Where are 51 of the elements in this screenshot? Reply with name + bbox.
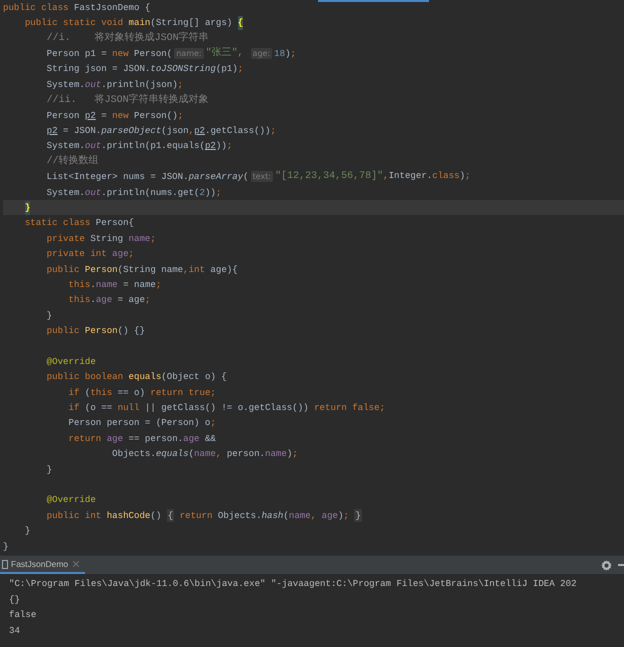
code-text: String json = JSON.toJSONString(p1); xyxy=(46,62,244,76)
settings-icon[interactable] xyxy=(601,560,612,570)
code-text: p2 = JSON.parseObject(json,p2.getClass()); xyxy=(46,124,276,138)
code-text: } xyxy=(46,462,52,476)
console-line: "C:\Program Files\Java\jdk-11.0.6\bin\java.exe" "-javaagent:C:\Program Files\JetBrains\IntelliJ IDEA 202 xyxy=(9,577,578,591)
code-text: } xyxy=(24,524,30,538)
code-text: "张三", xyxy=(206,46,244,62)
code-text: //转换数组 xyxy=(46,154,99,170)
code-text: public int hashCode() xyxy=(46,508,162,522)
code-text: "[12,23,34,56,78]",Integer.class); xyxy=(275,169,470,184)
inlay-hint: name: xyxy=(174,48,204,60)
code-text: public Person() {} xyxy=(46,324,145,338)
code-text: public Person(String name,int age){ xyxy=(46,262,238,276)
code-text: static class Person{ xyxy=(24,216,134,230)
inlay-hint: age: xyxy=(250,48,272,60)
file-icon xyxy=(2,560,8,568)
code-text: 18); xyxy=(274,47,296,61)
code-text: return age == person.age && xyxy=(68,432,216,446)
console-line: false xyxy=(9,608,38,622)
code-text: } xyxy=(3,540,8,554)
code-text: @Override xyxy=(46,493,96,508)
code-text: Person p1 = new Person( xyxy=(46,47,172,61)
code-text: return Objects.hash(name, age); xyxy=(178,508,350,522)
code-text: private int age; xyxy=(46,247,134,261)
folded-brace: } xyxy=(354,508,362,522)
inlay-hint: text: xyxy=(250,171,274,182)
code-text: this.name = name; xyxy=(68,278,162,292)
code-text: if (this == o) return true; xyxy=(68,386,216,400)
code-text: } xyxy=(46,308,52,322)
code-text: public static void main(String[] args) xyxy=(24,16,234,30)
code-text: System.out.println(nums.get(2)); xyxy=(46,186,222,200)
code-text: Person person = (Person) o; xyxy=(68,416,216,430)
code-text: System.out.println(p1.equals(p2)); xyxy=(46,139,232,154)
code-text: if (o == null || getClass() != o.getClass()) return false; xyxy=(68,401,386,415)
code-text: public class FastJsonDemo { xyxy=(3,0,150,15)
code-text: //ii. 将JSON字符串转换成对象 xyxy=(46,92,209,108)
matched-brace: } xyxy=(24,200,30,215)
code-text: System.out.println(json); xyxy=(46,78,184,92)
matched-brace: { xyxy=(238,16,244,30)
code-text: List<Integer> nums = JSON.parseArray( xyxy=(46,170,249,184)
console-line: {} xyxy=(9,592,21,606)
close-icon[interactable] xyxy=(73,561,80,567)
code-text: Person p2 = new Person(); xyxy=(46,108,184,122)
code-text: private String name; xyxy=(46,232,156,246)
code-text: public boolean equals(Object o) { xyxy=(46,370,227,384)
folded-brace: { xyxy=(166,508,174,522)
console-line: 34 xyxy=(9,624,21,638)
code-text: @Override xyxy=(46,354,96,368)
code-text: this.age = age; xyxy=(68,293,150,307)
code-text: Objects.equals(name, person.name); xyxy=(112,447,298,461)
code-text: //i. 将对象转换成JSON字符串 xyxy=(46,30,209,46)
